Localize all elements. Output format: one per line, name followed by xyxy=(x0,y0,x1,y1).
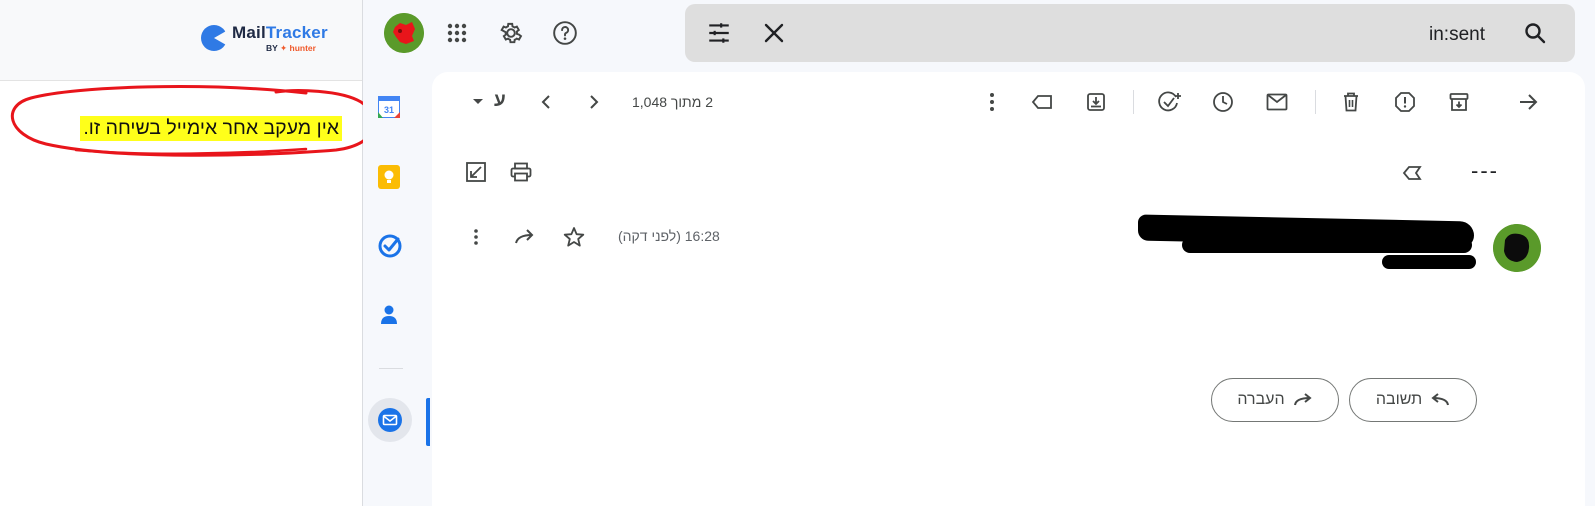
reply-arrow-icon xyxy=(1431,393,1450,406)
add-to-tasks-icon[interactable] xyxy=(1158,90,1182,114)
mailtracker-logo[interactable]: MailTracker BY ✦ hunter xyxy=(200,21,328,55)
input-tools-dropdown-icon[interactable] xyxy=(466,90,490,114)
redacted-sender-detail xyxy=(1182,237,1472,253)
pagination-count: 2 מתוך 1,048 xyxy=(632,94,714,110)
account-avatar[interactable] xyxy=(384,13,424,53)
contacts-icon[interactable] xyxy=(378,303,400,325)
settings-icon[interactable] xyxy=(491,13,531,53)
toolbar-separator xyxy=(1133,90,1134,114)
tasks-icon[interactable] xyxy=(378,234,402,258)
reply-icon[interactable] xyxy=(513,225,537,249)
side-rail: 31 xyxy=(363,68,432,506)
search-options-icon[interactable] xyxy=(699,13,739,53)
archive-icon[interactable] xyxy=(1447,90,1471,114)
tracking-status: אין מעקב אחר אימייל בשיחה זו. xyxy=(6,80,384,162)
search-bar[interactable]: in:sent xyxy=(685,4,1575,62)
report-spam-icon[interactable] xyxy=(1393,90,1417,114)
brand-part1: Mail xyxy=(232,22,266,42)
delete-icon[interactable] xyxy=(1339,90,1363,114)
active-indicator xyxy=(426,398,430,446)
forward-label: העברה xyxy=(1237,391,1285,408)
mailtracker-brand: MailTracker xyxy=(232,24,328,41)
redacted-recipient xyxy=(1382,255,1476,269)
forward-arrow-icon xyxy=(1293,393,1312,406)
back-arrow-icon[interactable] xyxy=(1516,90,1540,114)
hunter-label: hunter xyxy=(289,42,316,53)
apps-icon[interactable] xyxy=(437,13,477,53)
mailtracker-rail-button[interactable] xyxy=(368,398,412,442)
star-icon[interactable] xyxy=(562,225,586,249)
sender-avatar[interactable] xyxy=(1493,224,1541,272)
keep-icon[interactable] xyxy=(378,165,400,189)
input-tools-button[interactable]: ע xyxy=(494,90,506,112)
newer-icon[interactable] xyxy=(534,90,558,114)
label-icon[interactable] xyxy=(1030,90,1054,114)
search-icon[interactable] xyxy=(1515,13,1555,53)
mailtracker-icon xyxy=(378,408,402,432)
message-view: ע 2 מתוך 1,048 --- 16:28 (לפני דקה) תשוב… xyxy=(432,72,1585,506)
important-marker-icon[interactable] xyxy=(1400,161,1424,185)
toolbar-separator xyxy=(1315,90,1316,114)
red-annotation-circle xyxy=(10,85,376,157)
older-icon[interactable] xyxy=(582,90,606,114)
mailtracker-panel: MailTracker BY ✦ hunter אין מעקב אחר אימ… xyxy=(0,0,376,506)
screen: MailTracker BY ✦ hunter אין מעקב אחר אימ… xyxy=(0,0,1595,506)
message-subject: --- xyxy=(1471,158,1499,183)
rail-divider xyxy=(379,368,403,369)
calendar-day: 31 xyxy=(384,105,394,115)
move-to-icon[interactable] xyxy=(1084,90,1108,114)
mailtracker-header: MailTracker BY ✦ hunter xyxy=(0,0,362,81)
mailtracker-byline: BY ✦ hunter xyxy=(266,42,316,53)
mark-unread-icon[interactable] xyxy=(1265,90,1289,114)
reply-button[interactable]: תשובה xyxy=(1349,378,1477,422)
clear-search-icon[interactable] xyxy=(754,13,794,53)
snooze-icon[interactable] xyxy=(1211,90,1235,114)
print-icon[interactable] xyxy=(509,160,533,184)
forward-button[interactable]: העברה xyxy=(1211,378,1339,422)
calendar-icon[interactable]: 31 xyxy=(378,96,400,118)
search-query[interactable]: in:sent xyxy=(1429,24,1485,46)
open-in-new-window-icon[interactable] xyxy=(464,160,488,184)
brand-part2: Tracker xyxy=(265,22,328,42)
more-options-icon[interactable] xyxy=(980,90,1004,114)
mailtracker-logo-icon xyxy=(200,24,228,52)
reply-label: תשובה xyxy=(1375,391,1423,408)
gmail-topbar: in:sent xyxy=(363,0,1595,68)
message-more-icon[interactable] xyxy=(464,225,488,249)
message-time: 16:28 (לפני דקה) xyxy=(618,228,720,244)
help-icon[interactable] xyxy=(545,13,585,53)
by-label: BY xyxy=(266,42,278,53)
